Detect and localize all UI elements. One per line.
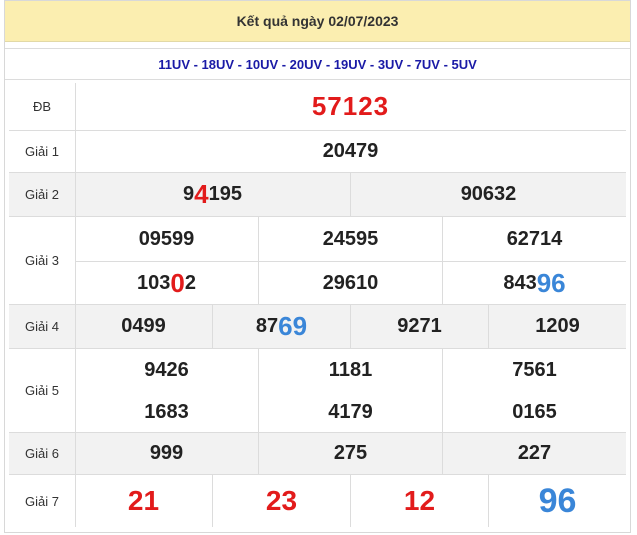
prize-label: ĐB (9, 83, 76, 130)
row-prize-6: Giải 6 999 275 227 (9, 433, 626, 475)
prize-number: 96 (538, 481, 577, 520)
prize-number: 29610 (259, 261, 443, 305)
prize-label: Giải 7 (9, 475, 76, 527)
prize-number: 999 (75, 433, 259, 474)
prize-number: 62714 (506, 227, 563, 250)
prize-number: 227 (517, 442, 552, 464)
prize-number: 1181 (259, 349, 443, 391)
prize-label: Giải 1 (9, 131, 76, 172)
prize-number: 23 (213, 475, 351, 527)
prize-label: Giải 2 (9, 173, 76, 216)
prize-label: Giải 4 (9, 305, 76, 348)
prize-number: 90632 (460, 183, 517, 205)
prize-number: 7561 (512, 358, 557, 381)
results-table: Kết quả ngày 02/07/2023 11UV - 18UV - 10… (4, 0, 631, 533)
prize-number: 24595 (259, 217, 443, 261)
prize-number: 843 96 (503, 267, 566, 298)
prize-number: 0165 (512, 400, 557, 423)
row-prize-3: Giải 3 09599 24595 62714 103 0 2 29610 843… (9, 217, 626, 305)
prize-number: 1209 (535, 315, 580, 337)
row-prize-5: Giải 5 9426 1181 7561 1683 4179 0165 (9, 349, 626, 433)
prize-number: 09599 (75, 217, 259, 261)
row-prize-1: Giải 1 20479 (9, 131, 626, 173)
prize-number: 12 (351, 475, 489, 527)
prize-label: Giải 5 (9, 349, 76, 432)
prize-number: 87 69 (213, 305, 351, 348)
prize-number: 103 0 2 (75, 261, 259, 305)
prize-number: 4179 (259, 391, 443, 433)
prize-label: Giải 3 (9, 217, 76, 304)
prize-label: Giải 6 (9, 433, 76, 474)
prize-number: 1683 (75, 391, 259, 433)
row-prize-2: Giải 2 9 4 195 90632 (9, 173, 626, 217)
prize-number: 0499 (75, 305, 213, 348)
row-special: ĐB 57123 (9, 83, 626, 131)
row-prize-7: Giải 7 21 23 12 96 (9, 475, 626, 527)
results-date-title: Kết quả ngày 02/07/2023 (5, 1, 630, 42)
row-prize-4: Giải 4 0499 87 69 9271 1209 (9, 305, 626, 349)
prize-number: 9426 (75, 349, 259, 391)
prize-number: 20479 (322, 140, 379, 162)
prize-number: 21 (75, 475, 213, 527)
special-prize-number: 57123 (311, 91, 390, 121)
prize-number: 275 (259, 433, 443, 474)
prize-number: 9 4 195 (75, 173, 351, 216)
draw-codes: 11UV - 18UV - 10UV - 20UV - 19UV - 3UV -… (5, 48, 630, 80)
prize-number: 9271 (351, 305, 489, 348)
